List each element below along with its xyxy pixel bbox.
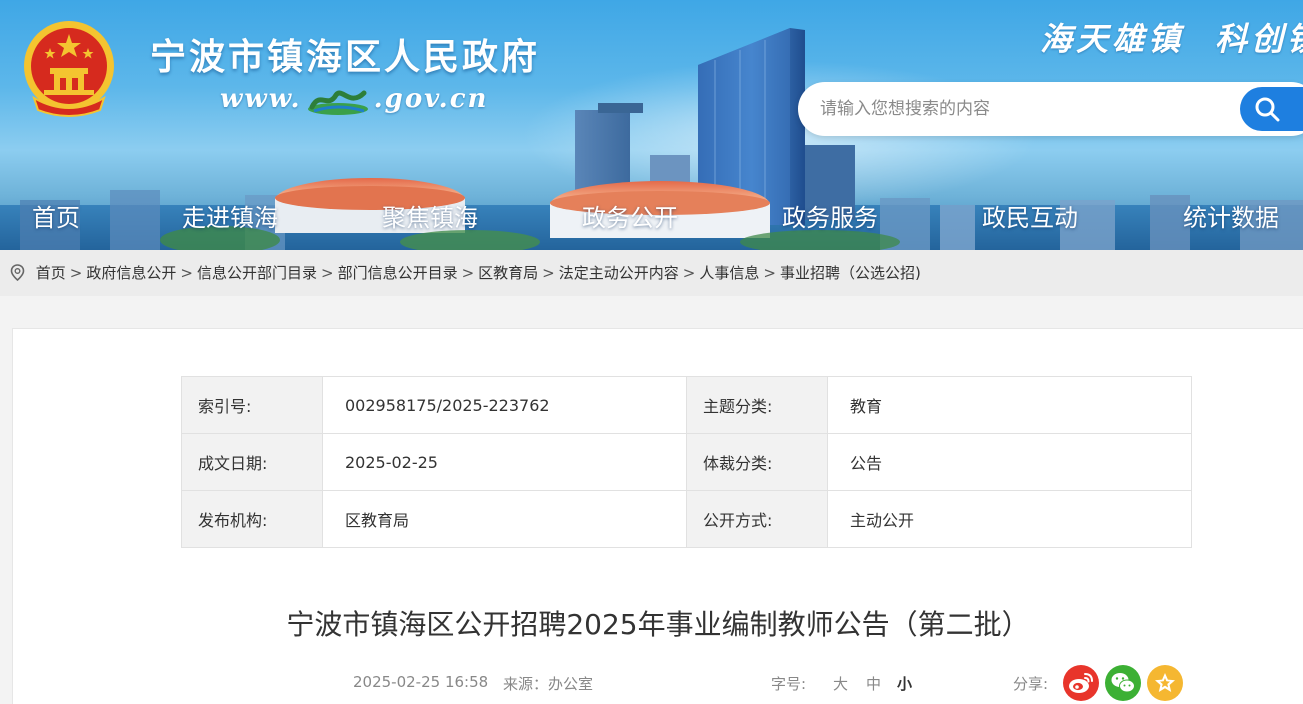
nav-item-statistics[interactable]: 统计数据 — [1183, 198, 1279, 233]
search-box — [798, 82, 1303, 136]
search-input[interactable] — [820, 94, 1220, 124]
publisher-label: 发布机构: — [181, 490, 323, 548]
disclosure-method-value: 主动公开 — [827, 490, 1192, 548]
nav-item-about-zhenhai[interactable]: 走进镇海 — [182, 198, 278, 233]
slogan-haitian: 海天雄镇 — [1040, 20, 1185, 58]
slogan-kechuang: 科创镇 — [1215, 20, 1303, 58]
breadcrumb-separator: > — [763, 264, 776, 282]
breadcrumb-separator: > — [180, 264, 193, 282]
font-size-label: 字号: — [771, 675, 807, 693]
article-meta-bar: 2025-02-25 16:58 来源：办公室 字号: 大 中 小 分享: — [13, 665, 1303, 701]
font-size-medium-button[interactable]: 中 — [866, 673, 881, 694]
site-url[interactable]: www. .gov.cn — [220, 84, 488, 115]
breadcrumb-separator: > — [682, 264, 696, 282]
breadcrumb-public-recruitment[interactable]: 事业招聘（公选公招) — [780, 264, 921, 282]
breadcrumb-separator: > — [461, 264, 475, 282]
nav-item-focus-zhenhai[interactable]: 聚焦镇海 — [382, 198, 478, 233]
breadcrumb-personnel-info[interactable]: 人事信息 — [699, 264, 759, 282]
document-date-label: 成文日期: — [181, 433, 323, 491]
breadcrumb-separator: > — [542, 264, 555, 282]
breadcrumb-gov-info-disclosure[interactable]: 政府信息公开 — [86, 264, 176, 282]
breadcrumb-separator: > — [320, 264, 334, 282]
weibo-icon — [1069, 673, 1093, 693]
nav-item-home[interactable]: 首页 — [32, 198, 80, 233]
wechat-icon — [1111, 673, 1135, 693]
topic-category-value: 教育 — [827, 376, 1192, 434]
breadcrumb-dept-info-directory[interactable]: 部门信息公开目录 — [338, 264, 458, 282]
site-header: 宁波市镇海区人民政府 www. .gov.cn 海天雄镇 科创镇 首页 走进镇海… — [0, 0, 1303, 250]
breadcrumb-statutory-disclosure[interactable]: 法定主动公开内容 — [559, 264, 679, 282]
font-size-small-button[interactable]: 小 — [897, 673, 912, 694]
share-weibo-button[interactable] — [1063, 665, 1099, 701]
site-title[interactable]: 宁波市镇海区人民政府 — [150, 28, 540, 80]
disclosure-method-label: 公开方式: — [686, 490, 828, 548]
zh-logo-icon — [307, 90, 368, 115]
breadcrumb: 首页 > 政府信息公开 > 信息公开部门目录 > 部门信息公开目录 > 区教育局 > 法定主动公开内… — [0, 250, 1303, 296]
site-url-prefix: www. — [220, 84, 302, 114]
main-nav: 首页 走进镇海 聚焦镇海 政务公开 政务服务 政民互动 统计数据 — [0, 190, 1303, 242]
genre-category-value: 公告 — [827, 433, 1192, 491]
search-icon — [1255, 97, 1280, 122]
national-emblem-icon — [24, 21, 114, 117]
table-row: 发布机构: 区教育局 公开方式: 主动公开 — [181, 490, 1192, 548]
breadcrumb-education-bureau[interactable]: 区教育局 — [478, 264, 538, 282]
site-url-suffix: .gov.cn — [373, 84, 489, 114]
location-pin-icon — [10, 263, 25, 281]
share-wechat-button[interactable] — [1105, 665, 1141, 701]
search-button[interactable] — [1240, 87, 1303, 131]
font-size-large-button[interactable]: 大 — [833, 673, 848, 694]
table-row: 成文日期: 2025-02-25 体裁分类: 公告 — [181, 433, 1192, 491]
index-number-label: 索引号: — [181, 376, 323, 434]
publisher-value: 区教育局 — [322, 490, 687, 548]
nav-item-government-disclosure[interactable]: 政务公开 — [582, 198, 678, 233]
nav-item-public-interaction[interactable]: 政民互动 — [982, 198, 1078, 233]
publish-datetime: 2025-02-25 16:58 — [353, 673, 489, 691]
breadcrumb-home[interactable]: 首页 — [36, 264, 66, 282]
share-favorite-button[interactable] — [1147, 665, 1183, 701]
document-meta-table: 索引号: 002958175/2025-223762 主题分类: 教育 成文日期… — [181, 376, 1192, 548]
document-date-value: 2025-02-25 — [322, 433, 687, 491]
topic-category-label: 主题分类: — [686, 376, 828, 434]
article-container: 索引号: 002958175/2025-223762 主题分类: 教育 成文日期… — [12, 328, 1303, 704]
breadcrumb-separator: > — [69, 264, 83, 282]
table-row: 索引号: 002958175/2025-223762 主题分类: 教育 — [181, 376, 1192, 434]
article-title: 宁波市镇海区公开招聘2025年事业编制教师公告（第二批） — [286, 608, 1030, 641]
genre-category-label: 体裁分类: — [686, 433, 828, 491]
favorite-star-icon — [1155, 673, 1175, 692]
index-number-value: 002958175/2025-223762 — [322, 376, 687, 434]
share-label: 分享: — [1013, 675, 1049, 693]
article-source: 来源：办公室 — [503, 675, 594, 693]
breadcrumb-dept-directory[interactable]: 信息公开部门目录 — [197, 264, 317, 282]
nav-item-government-services[interactable]: 政务服务 — [782, 198, 878, 233]
